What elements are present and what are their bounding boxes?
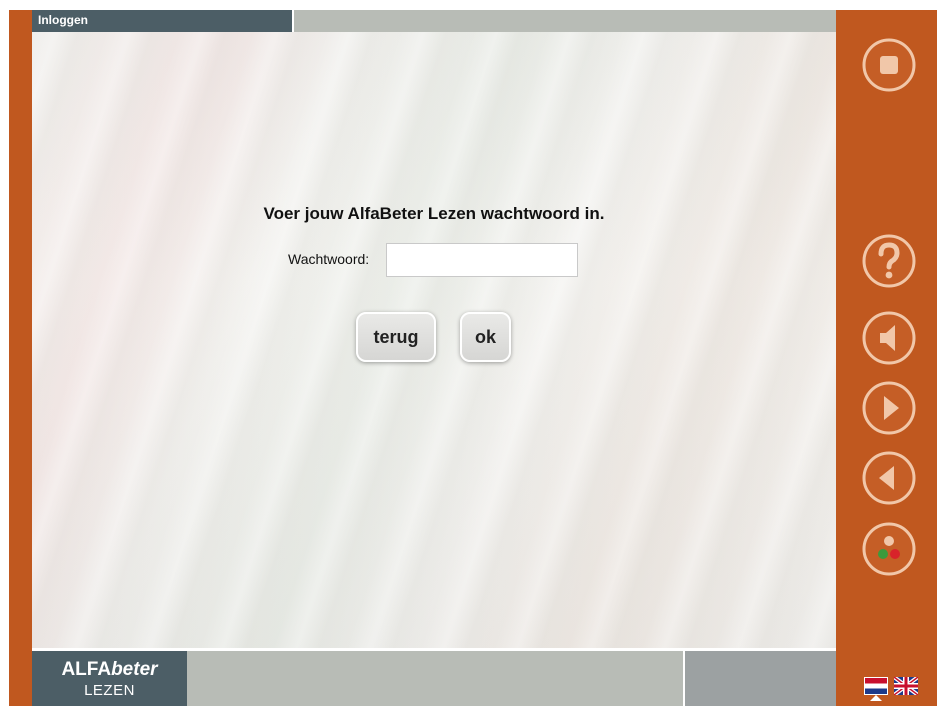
back-button[interactable]: terug xyxy=(356,312,436,362)
logo-text-alfa: ALFA xyxy=(61,659,112,680)
left-accent-bar xyxy=(9,10,32,706)
selected-language-indicator xyxy=(870,695,882,701)
language-selector xyxy=(860,676,924,701)
login-prompt: Voer jouw AlfaBeter Lezen wachtwoord in. xyxy=(263,204,605,223)
alfabeter-lezen-logo: ALFAbeter LEZEN xyxy=(32,651,187,706)
previous-button[interactable] xyxy=(861,450,917,506)
help-button[interactable] xyxy=(861,233,917,289)
stop-button[interactable] xyxy=(861,37,917,93)
footer-bar xyxy=(187,651,683,706)
speaker-button[interactable] xyxy=(861,310,917,366)
password-label: Wachtwoord: xyxy=(288,251,370,267)
window-title: Inloggen xyxy=(32,10,292,32)
uk-flag-icon[interactable] xyxy=(894,677,918,695)
status-dots-icon xyxy=(862,522,916,576)
logo-text-beter: beter xyxy=(111,659,158,680)
title-bar xyxy=(294,10,836,32)
stop-icon xyxy=(862,38,916,92)
status-button[interactable] xyxy=(861,521,917,577)
ok-button[interactable]: ok xyxy=(460,312,511,362)
next-icon xyxy=(862,381,916,435)
speaker-icon xyxy=(862,311,916,365)
logo-text-lezen: LEZEN xyxy=(84,682,135,699)
help-icon xyxy=(862,234,916,288)
previous-icon xyxy=(862,451,916,505)
password-input[interactable] xyxy=(386,243,578,277)
next-button[interactable] xyxy=(861,380,917,436)
main-content: Voer jouw AlfaBeter Lezen wachtwoord in.… xyxy=(32,32,836,648)
nl-flag-icon[interactable] xyxy=(864,677,888,695)
footer-bar-right xyxy=(685,651,836,706)
